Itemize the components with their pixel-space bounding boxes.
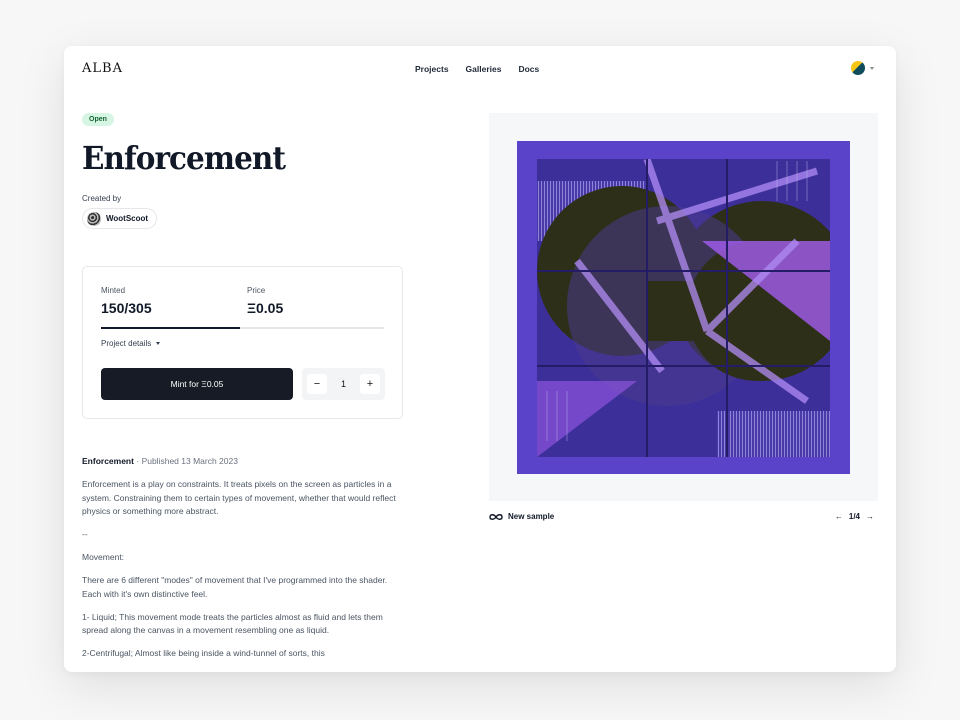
- description-paragraph: 2-Centrifugal; Almost like being inside …: [82, 648, 325, 658]
- description-paragraph: 1- Liquid; This movement mode treats the…: [82, 611, 383, 636]
- nav-docs[interactable]: Docs: [518, 64, 539, 74]
- increment-button[interactable]: +: [359, 374, 380, 394]
- app-window: ALBA Projects Galleries Docs Open Enforc…: [64, 46, 896, 672]
- artwork-frame: [489, 113, 878, 501]
- project-details-toggle[interactable]: Project details: [101, 339, 161, 348]
- logo[interactable]: ALBA: [82, 61, 123, 76]
- decrement-button[interactable]: −: [307, 374, 327, 394]
- created-by-label: Created by: [82, 194, 122, 203]
- published-date: Published 13 March 2023: [141, 456, 238, 466]
- avatar: [851, 61, 865, 75]
- description-header: Enforcement · Published 13 March 2023: [82, 456, 397, 466]
- mint-progress-bar: [101, 327, 384, 329]
- price-label: Price: [247, 286, 266, 295]
- minted-label: Minted: [101, 286, 126, 295]
- project-details-label: Project details: [101, 339, 152, 348]
- page-title: Enforcement: [82, 139, 286, 177]
- nav-galleries[interactable]: Galleries: [466, 64, 502, 74]
- main-nav: Projects Galleries Docs: [415, 64, 539, 74]
- new-sample-label: New sample: [508, 512, 555, 521]
- separator-dot: ·: [136, 456, 140, 466]
- artwork-image[interactable]: [517, 141, 850, 474]
- sample-pager: ← 1/4 →: [835, 512, 874, 521]
- account-menu[interactable]: [851, 61, 874, 75]
- next-arrow-icon[interactable]: →: [866, 512, 874, 521]
- mint-progress-fill: [101, 327, 241, 329]
- new-sample-button[interactable]: New sample: [489, 512, 554, 521]
- creator-avatar: [87, 211, 101, 226]
- chevron-down-icon: [156, 342, 161, 345]
- description-paragraph: Movement:: [82, 552, 125, 562]
- page-indicator: 1/4: [848, 512, 860, 521]
- description-paragraph: There are 6 different "modes" of movemen…: [82, 575, 388, 599]
- creator-name: WootScoot: [106, 214, 149, 223]
- chevron-down-icon: [870, 66, 874, 70]
- nav-projects[interactable]: Projects: [415, 64, 449, 74]
- minted-value: 150/305: [101, 300, 152, 316]
- quantity-stepper: − 1 +: [302, 368, 385, 400]
- mint-button[interactable]: Mint for Ξ0.05: [101, 368, 293, 400]
- project-description: Enforcement · Published 13 March 2023 En…: [82, 456, 397, 670]
- description-paragraph: --: [82, 529, 88, 539]
- mint-card: Minted 150/305 Price Ξ0.05 Project detai…: [82, 266, 403, 419]
- price-value: Ξ0.05: [247, 300, 284, 316]
- description-project-name: Enforcement: [82, 456, 134, 466]
- creator-chip[interactable]: WootScoot: [82, 208, 158, 229]
- prev-arrow-icon[interactable]: ←: [835, 512, 843, 521]
- status-badge: Open: [82, 113, 114, 126]
- quantity-value: 1: [340, 379, 346, 389]
- infinity-icon: [489, 513, 503, 520]
- description-paragraph: Enforcement is a play on constraints. It…: [82, 479, 396, 516]
